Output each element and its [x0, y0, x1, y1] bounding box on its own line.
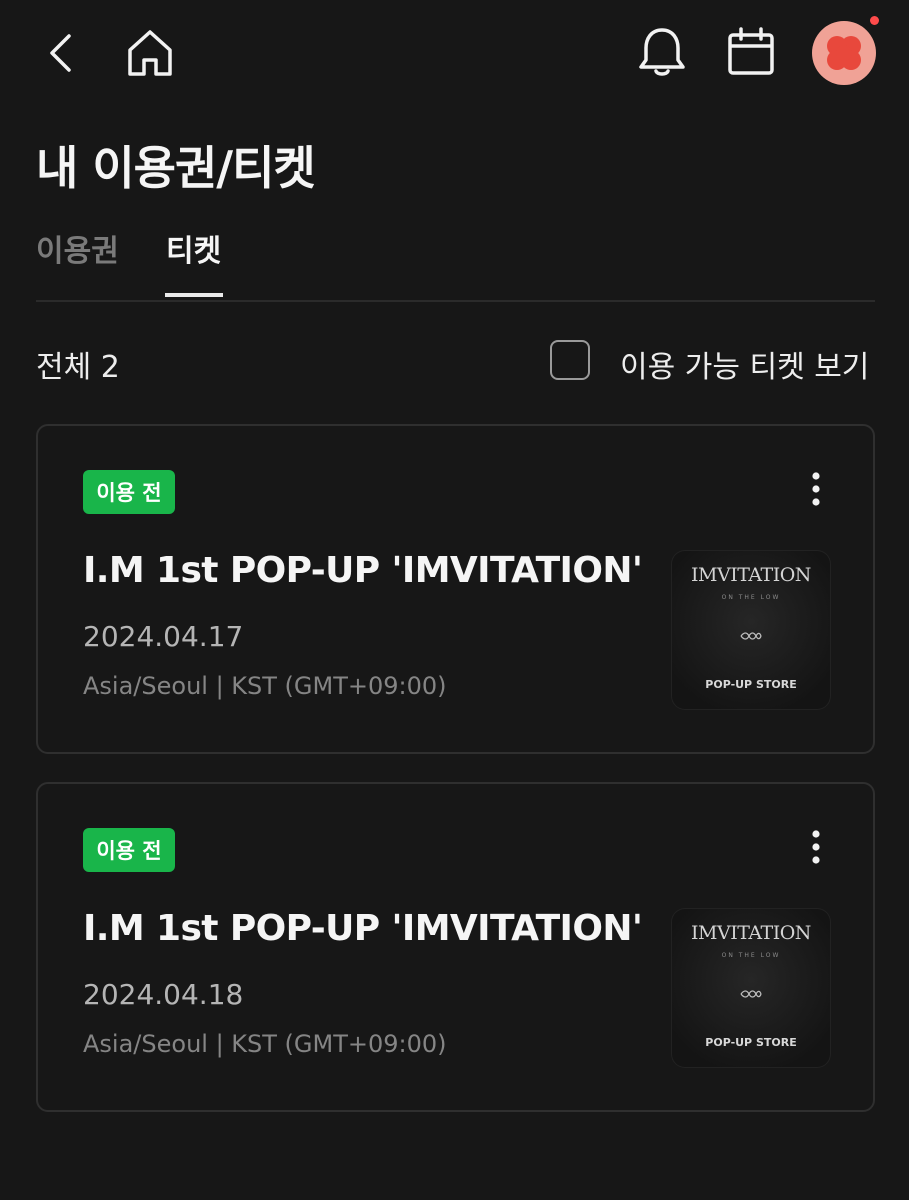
event-date: 2024.04.17 [83, 620, 244, 653]
available-only-label[interactable]: 이용 가능 티켓 보기 [620, 342, 869, 386]
poster-footer: POP-UP STORE [705, 1036, 797, 1049]
event-date: 2024.04.18 [83, 978, 244, 1011]
notification-dot [870, 16, 879, 25]
status-badge: 이용 전 [83, 470, 175, 514]
tab-pass[interactable]: 이용권 [36, 226, 119, 270]
poster-title: IMVITATION [691, 564, 811, 586]
event-title: I.M 1st POP-UP 'IMVITATION' [83, 550, 643, 591]
event-poster: IMVITATION ON THE LOW POP-UP STORE [671, 550, 831, 710]
tab-bar: 이용권 티켓 [36, 222, 875, 302]
profile-avatar[interactable] [812, 21, 876, 85]
more-options-button[interactable] [800, 824, 832, 870]
chevron-left-icon [50, 34, 71, 72]
ticket-card[interactable]: 이용 전 I.M 1st POP-UP 'IMVITATION' 2024.04… [36, 424, 875, 754]
emblem-icon [740, 632, 762, 640]
tab-ticket[interactable]: 티켓 [166, 226, 221, 270]
notification-button[interactable] [632, 24, 692, 80]
calendar-button[interactable] [722, 24, 780, 80]
calendar-icon [728, 27, 774, 75]
event-timezone: Asia/Seoul | KST (GMT+09:00) [83, 1030, 447, 1058]
more-options-button[interactable] [800, 466, 832, 512]
poster-title: IMVITATION [691, 922, 811, 944]
active-tab-indicator [165, 293, 223, 297]
home-icon [128, 30, 172, 76]
poster-footer: POP-UP STORE [705, 678, 797, 691]
more-vertical-icon [812, 472, 820, 506]
back-button[interactable] [36, 28, 86, 78]
event-poster: IMVITATION ON THE LOW POP-UP STORE [671, 908, 831, 1068]
event-timezone: Asia/Seoul | KST (GMT+09:00) [83, 672, 447, 700]
poster-subtitle: ON THE LOW [721, 594, 781, 601]
ticket-card[interactable]: 이용 전 I.M 1st POP-UP 'IMVITATION' 2024.04… [36, 782, 875, 1112]
bell-icon [639, 28, 685, 76]
flower-avatar-icon [827, 36, 861, 70]
available-only-checkbox[interactable] [550, 340, 590, 380]
total-count: 전체 2 [36, 350, 120, 385]
more-vertical-icon [812, 830, 820, 864]
poster-subtitle: ON THE LOW [721, 952, 781, 959]
event-title: I.M 1st POP-UP 'IMVITATION' [83, 908, 643, 949]
home-button[interactable] [122, 26, 178, 80]
page-title: 내 이용권/티켓 [36, 141, 316, 195]
top-bar [0, 0, 909, 110]
status-badge: 이용 전 [83, 828, 175, 872]
emblem-icon [740, 990, 762, 998]
